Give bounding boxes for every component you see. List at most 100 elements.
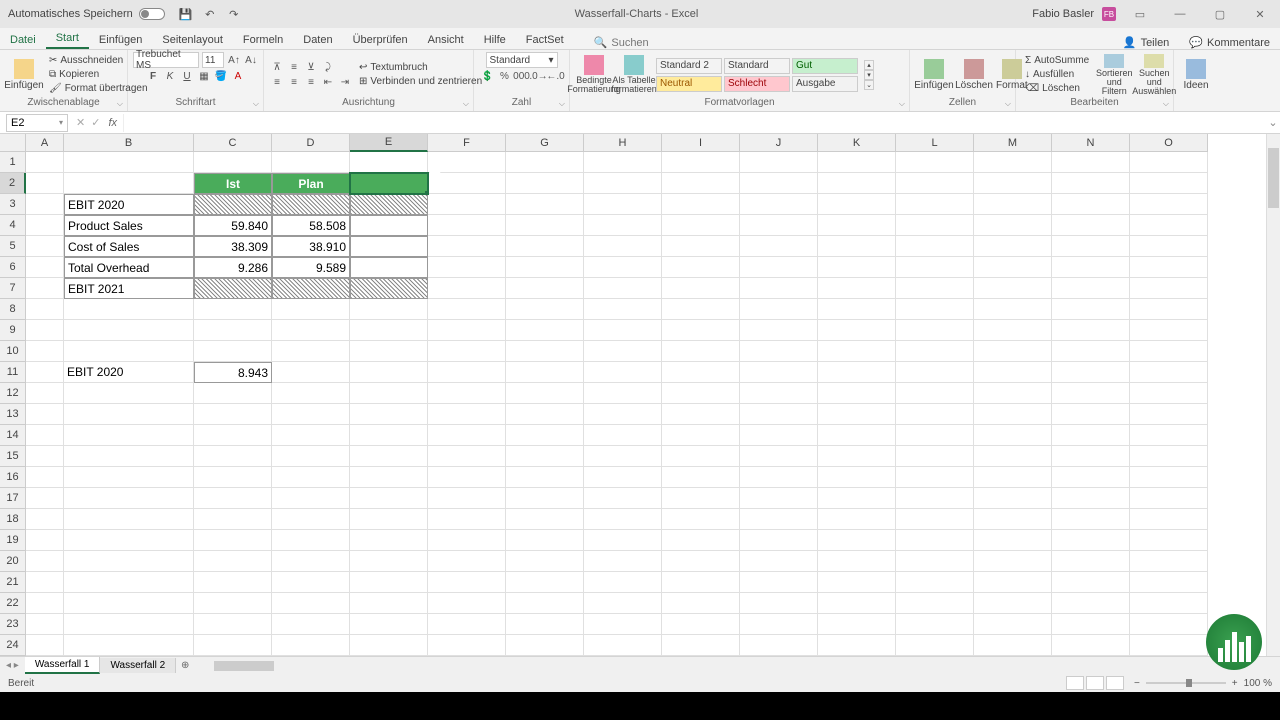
cell-O1[interactable]	[1130, 152, 1208, 173]
cell-C9[interactable]	[194, 320, 272, 341]
cell-K23[interactable]	[818, 614, 896, 635]
tab-help[interactable]: Hilfe	[474, 31, 516, 49]
horizontal-scrollbar[interactable]	[214, 661, 1260, 671]
cell-A3[interactable]	[26, 194, 64, 215]
cell-B18[interactable]	[64, 509, 194, 530]
col-header-H[interactable]: H	[584, 134, 662, 152]
cell-N14[interactable]	[1052, 425, 1130, 446]
vertical-scrollbar[interactable]	[1266, 134, 1280, 656]
cell-C18[interactable]	[194, 509, 272, 530]
cell-J6[interactable]	[740, 257, 818, 278]
row-header-13[interactable]: 13	[0, 404, 26, 425]
col-header-F[interactable]: F	[428, 134, 506, 152]
cell-H10[interactable]	[584, 341, 662, 362]
cell-H8[interactable]	[584, 299, 662, 320]
cell-N23[interactable]	[1052, 614, 1130, 635]
tab-factset[interactable]: FactSet	[516, 31, 574, 49]
cell-B17[interactable]	[64, 488, 194, 509]
cell-M10[interactable]	[974, 341, 1052, 362]
redo-icon[interactable]: ↷	[227, 7, 241, 21]
cell-A4[interactable]	[26, 215, 64, 236]
cell-K7[interactable]	[818, 278, 896, 299]
user-name[interactable]: Fabio Basler	[1032, 8, 1094, 20]
comma-icon[interactable]: 000	[515, 69, 529, 83]
cell-D12[interactable]	[272, 383, 350, 404]
cell-M6[interactable]	[974, 257, 1052, 278]
cell-I1[interactable]	[662, 152, 740, 173]
cell-L23[interactable]	[896, 614, 974, 635]
cell-O18[interactable]	[1130, 509, 1208, 530]
cell-A1[interactable]	[26, 152, 64, 173]
cell-E7[interactable]	[350, 278, 428, 299]
number-format-select[interactable]: Standard▾	[486, 52, 558, 68]
cell-F5[interactable]	[428, 236, 506, 257]
font-name-select[interactable]: Trebuchet MS	[133, 52, 199, 68]
delete-cells-button[interactable]: Löschen	[956, 54, 992, 96]
cell-N8[interactable]	[1052, 299, 1130, 320]
cell-I20[interactable]	[662, 551, 740, 572]
cell-I18[interactable]	[662, 509, 740, 530]
cell-E9[interactable]	[350, 320, 428, 341]
cell-K9[interactable]	[818, 320, 896, 341]
zoom-out-icon[interactable]: −	[1134, 678, 1140, 689]
cell-B5[interactable]: Cost of Sales	[64, 236, 194, 257]
cell-J12[interactable]	[740, 383, 818, 404]
cell-A18[interactable]	[26, 509, 64, 530]
cell-L12[interactable]	[896, 383, 974, 404]
zoom-slider[interactable]	[1146, 682, 1226, 684]
font-size-select[interactable]: 11	[202, 52, 224, 68]
cell-F12[interactable]	[428, 383, 506, 404]
cell-E10[interactable]	[350, 341, 428, 362]
col-header-M[interactable]: M	[974, 134, 1052, 152]
cell-O23[interactable]	[1130, 614, 1208, 635]
expand-fbar-icon[interactable]: ⌄	[1266, 116, 1280, 129]
cell-H3[interactable]	[584, 194, 662, 215]
row-header-2[interactable]: 2	[0, 173, 26, 194]
cell-A16[interactable]	[26, 467, 64, 488]
cell-C14[interactable]	[194, 425, 272, 446]
formula-input[interactable]	[123, 114, 1266, 132]
cell-M12[interactable]	[974, 383, 1052, 404]
cell-N16[interactable]	[1052, 467, 1130, 488]
inc-decimal-icon[interactable]: .0→	[532, 69, 546, 83]
cell-G10[interactable]	[506, 341, 584, 362]
cell-B12[interactable]	[64, 383, 194, 404]
indent-inc-icon[interactable]: ⇥	[338, 75, 352, 89]
cell-I3[interactable]	[662, 194, 740, 215]
cell-C17[interactable]	[194, 488, 272, 509]
insert-cells-button[interactable]: Einfügen	[916, 54, 952, 96]
col-header-A[interactable]: A	[26, 134, 64, 152]
cell-O15[interactable]	[1130, 446, 1208, 467]
col-header-D[interactable]: D	[272, 134, 350, 152]
row-header-10[interactable]: 10	[0, 341, 26, 362]
percent-icon[interactable]: %	[498, 69, 512, 83]
cell-D2[interactable]: Plan	[272, 173, 350, 194]
zoom-in-icon[interactable]: +	[1232, 678, 1238, 689]
cell-J2[interactable]	[740, 173, 818, 194]
row-header-11[interactable]: 11	[0, 362, 26, 383]
cell-H12[interactable]	[584, 383, 662, 404]
cell-A17[interactable]	[26, 488, 64, 509]
paste-button[interactable]: Einfügen	[6, 54, 42, 96]
cell-N19[interactable]	[1052, 530, 1130, 551]
cell-B22[interactable]	[64, 593, 194, 614]
cell-F3[interactable]	[428, 194, 506, 215]
cell-E5[interactable]	[350, 236, 428, 257]
cell-L15[interactable]	[896, 446, 974, 467]
cell-C7[interactable]	[194, 278, 272, 299]
cell-N7[interactable]	[1052, 278, 1130, 299]
cell-D5[interactable]: 38.910	[272, 236, 350, 257]
cell-C16[interactable]	[194, 467, 272, 488]
cell-C8[interactable]	[194, 299, 272, 320]
cell-B24[interactable]	[64, 635, 194, 656]
cell-O10[interactable]	[1130, 341, 1208, 362]
cell-J3[interactable]	[740, 194, 818, 215]
cell-J1[interactable]	[740, 152, 818, 173]
cell-N4[interactable]	[1052, 215, 1130, 236]
tab-view[interactable]: Ansicht	[418, 31, 474, 49]
cell-D1[interactable]	[272, 152, 350, 173]
find-select-button[interactable]: Suchen und Auswählen	[1136, 54, 1172, 96]
row-header-8[interactable]: 8	[0, 299, 26, 320]
cell-I15[interactable]	[662, 446, 740, 467]
cell-G18[interactable]	[506, 509, 584, 530]
